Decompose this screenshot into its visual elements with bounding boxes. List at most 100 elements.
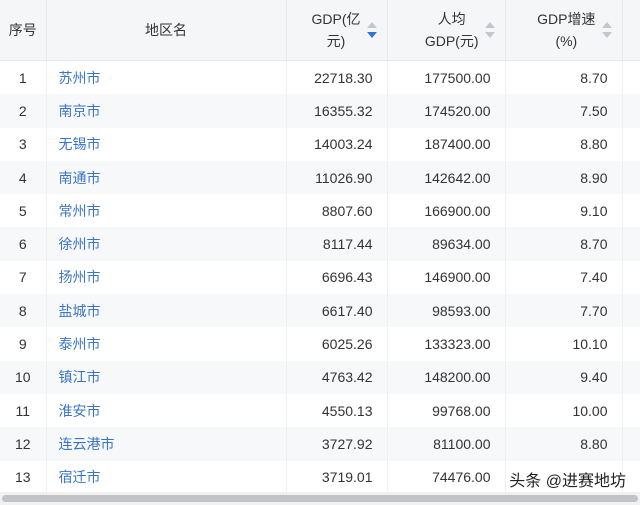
cell-spacer xyxy=(622,327,640,361)
cell-gdp: 4763.42 xyxy=(286,360,388,394)
cell-spacer xyxy=(622,160,640,195)
table-header: 序号 地区名 GDP(亿 元) 人均 GDP(元) GDP增速 (%) xyxy=(0,0,640,61)
table-row[interactable]: 3 无锡市 14003.24 187400.00 8.80 xyxy=(0,127,640,161)
cell-per-capita: 187400.00 xyxy=(387,127,506,161)
cell-gdp: 3719.01 xyxy=(286,460,388,492)
cell-spacer xyxy=(622,393,640,428)
sort-per-capita-icon[interactable] xyxy=(484,21,495,39)
header-gdp[interactable]: GDP(亿 元) xyxy=(286,0,388,61)
table-row[interactable]: 11 淮安市 4550.13 99768.00 10.00 xyxy=(0,393,640,428)
cell-gdp: 6025.26 xyxy=(286,327,388,361)
cell-gdp: 22718.30 xyxy=(286,60,388,95)
sort-growth-icon[interactable] xyxy=(601,21,612,39)
cell-spacer xyxy=(622,294,640,328)
cell-growth: 8.90 xyxy=(505,160,623,195)
cell-index: 1 xyxy=(0,60,47,95)
cell-region-link[interactable]: 南通市 xyxy=(46,160,287,195)
cell-gdp: 8807.60 xyxy=(286,194,388,228)
cell-spacer xyxy=(622,94,640,128)
cell-gdp: 3727.92 xyxy=(286,427,388,461)
cell-per-capita: 177500.00 xyxy=(387,60,506,95)
cell-region-link[interactable]: 泰州市 xyxy=(46,327,287,361)
table-row[interactable]: 1 苏州市 22718.30 177500.00 8.70 xyxy=(0,60,640,95)
cell-region-link[interactable]: 苏州市 xyxy=(46,60,287,95)
cell-growth: 8.70 xyxy=(505,227,623,261)
cell-per-capita: 81100.00 xyxy=(387,427,506,461)
cell-growth: 7.50 xyxy=(505,94,623,128)
cell-region-link[interactable]: 徐州市 xyxy=(46,227,287,261)
cell-per-capita: 146900.00 xyxy=(387,260,506,295)
cell-spacer xyxy=(622,360,640,394)
cell-index: 10 xyxy=(0,360,47,394)
cell-per-capita: 142642.00 xyxy=(387,160,506,195)
cell-index: 7 xyxy=(0,260,47,295)
sort-gdp-icon[interactable] xyxy=(366,21,377,39)
cell-growth: 8.80 xyxy=(505,427,623,461)
table-row[interactable]: 8 盐城市 6617.40 98593.00 7.70 xyxy=(0,294,640,328)
cell-region-link[interactable]: 宿迁市 xyxy=(46,460,287,492)
cell-spacer xyxy=(622,194,640,228)
table-row[interactable]: 7 扬州市 6696.43 146900.00 7.40 xyxy=(0,260,640,295)
cell-per-capita: 133323.00 xyxy=(387,327,506,361)
cell-gdp: 14003.24 xyxy=(286,127,388,161)
header-per-capita[interactable]: 人均 GDP(元) xyxy=(387,0,506,61)
gdp-table: 序号 地区名 GDP(亿 元) 人均 GDP(元) GDP增速 (%) 1 苏州… xyxy=(0,0,640,492)
table-body: 1 苏州市 22718.30 177500.00 8.70 2 南京市 16355.32 174… xyxy=(0,60,640,492)
cell-region-link[interactable]: 镇江市 xyxy=(46,360,287,394)
cell-index: 13 xyxy=(0,460,47,492)
cell-index: 2 xyxy=(0,94,47,128)
cell-spacer xyxy=(622,260,640,295)
cell-index: 9 xyxy=(0,327,47,361)
watermark: 头条 @进赛地坊 xyxy=(509,473,626,490)
sort-descending-icon[interactable] xyxy=(601,32,612,38)
header-spacer xyxy=(622,0,640,61)
cell-spacer xyxy=(622,227,640,261)
cell-gdp: 6617.40 xyxy=(286,294,388,328)
cell-index: 4 xyxy=(0,160,47,195)
sort-ascending-icon[interactable] xyxy=(484,22,495,28)
cell-growth: 8.70 xyxy=(505,60,623,95)
cell-per-capita: 166900.00 xyxy=(387,194,506,228)
table-row[interactable]: 6 徐州市 8117.44 89634.00 8.70 xyxy=(0,227,640,261)
cell-growth: 7.70 xyxy=(505,294,623,328)
cell-index: 5 xyxy=(0,194,47,228)
header-index: 序号 xyxy=(0,0,47,61)
table-row[interactable]: 12 连云港市 3727.92 81100.00 8.80 xyxy=(0,427,640,461)
sort-ascending-icon[interactable] xyxy=(366,22,377,28)
cell-gdp: 6696.43 xyxy=(286,260,388,295)
data-table-container: 序号 地区名 GDP(亿 元) 人均 GDP(元) GDP增速 (%) 1 苏州… xyxy=(0,0,640,492)
cell-region-link[interactable]: 无锡市 xyxy=(46,127,287,161)
cell-growth: 10.10 xyxy=(505,327,623,361)
cell-index: 6 xyxy=(0,227,47,261)
cell-region-link[interactable]: 盐城市 xyxy=(46,294,287,328)
scrollbar-thumb[interactable] xyxy=(2,495,638,502)
table-row[interactable]: 2 南京市 16355.32 174520.00 7.50 xyxy=(0,94,640,128)
sort-descending-icon[interactable] xyxy=(484,32,495,38)
table-row[interactable]: 4 南通市 11026.90 142642.00 8.90 xyxy=(0,160,640,195)
cell-region-link[interactable]: 南京市 xyxy=(46,94,287,128)
cell-gdp: 8117.44 xyxy=(286,227,388,261)
header-per-capita-label: 人均 GDP(元) xyxy=(424,11,479,49)
header-growth-label: GDP增速 (%) xyxy=(537,11,596,49)
cell-index: 11 xyxy=(0,393,47,428)
header-region: 地区名 xyxy=(46,0,287,61)
cell-region-link[interactable]: 扬州市 xyxy=(46,260,287,295)
cell-per-capita: 74476.00 xyxy=(387,460,506,492)
cell-spacer xyxy=(622,60,640,95)
header-growth[interactable]: GDP增速 (%) xyxy=(505,0,623,61)
sort-descending-icon[interactable] xyxy=(366,32,377,38)
table-row[interactable]: 9 泰州市 6025.26 133323.00 10.10 xyxy=(0,327,640,361)
cell-per-capita: 174520.00 xyxy=(387,94,506,128)
cell-gdp: 16355.32 xyxy=(286,94,388,128)
table-row[interactable]: 5 常州市 8807.60 166900.00 9.10 xyxy=(0,194,640,228)
table-row[interactable]: 10 镇江市 4763.42 148200.00 9.40 xyxy=(0,360,640,394)
cell-growth: 9.10 xyxy=(505,194,623,228)
cell-spacer xyxy=(622,427,640,461)
horizontal-scrollbar[interactable] xyxy=(0,492,640,505)
cell-per-capita: 99768.00 xyxy=(387,393,506,428)
cell-region-link[interactable]: 淮安市 xyxy=(46,393,287,428)
sort-ascending-icon[interactable] xyxy=(601,22,612,28)
cell-per-capita: 89634.00 xyxy=(387,227,506,261)
cell-region-link[interactable]: 常州市 xyxy=(46,194,287,228)
cell-region-link[interactable]: 连云港市 xyxy=(46,427,287,461)
